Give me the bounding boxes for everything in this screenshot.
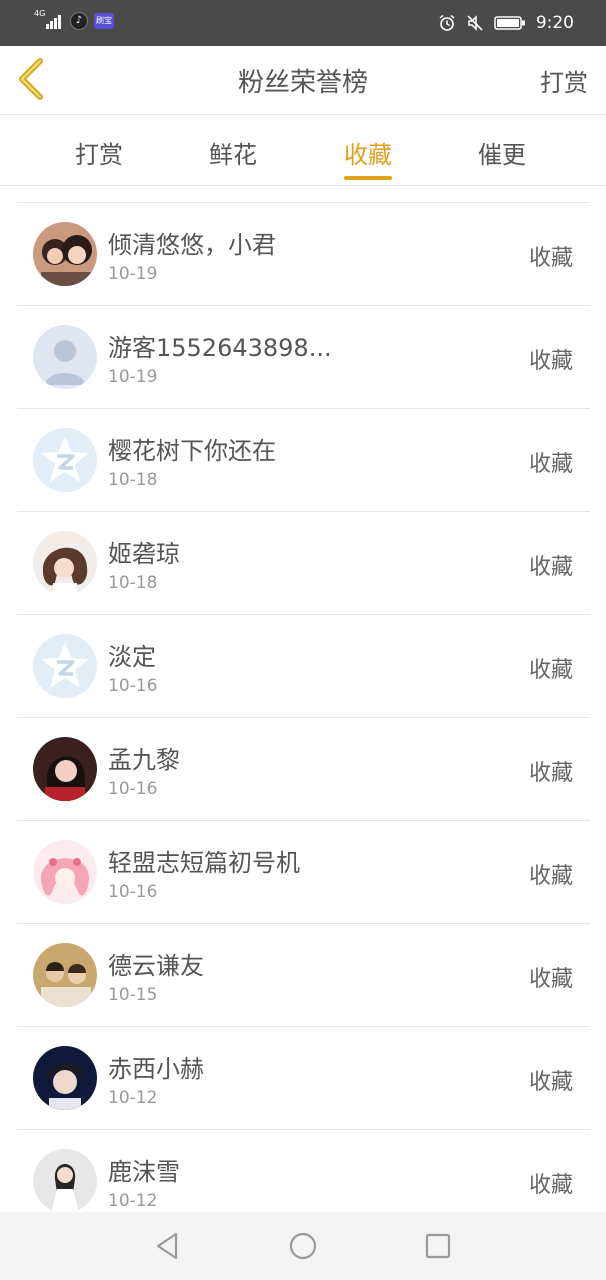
tab-urge-update[interactable]: 催更 (478, 135, 526, 170)
item-type: 收藏 (528, 658, 573, 683)
list-item[interactable]: 赤西小赫 10-12 收藏 (17, 1027, 590, 1130)
item-type: 收藏 (528, 967, 573, 992)
nav-back-button[interactable] (152, 1230, 184, 1262)
item-date: 10-19 (108, 264, 158, 284)
user-name: 游客1552643898... (108, 334, 332, 362)
tab-bar: 打赏 鲜花 收藏 催更 (0, 115, 606, 186)
item-date: 10-16 (108, 882, 158, 902)
list-item[interactable]: 淡定 10-16 收藏 (17, 615, 590, 718)
mute-icon (467, 15, 483, 31)
list-item[interactable]: 倾清悠悠，小君 10-19 收藏 (17, 203, 590, 306)
circle-home-icon (289, 1232, 317, 1260)
item-type: 收藏 (528, 1173, 573, 1198)
item-date: 10-16 (108, 676, 158, 696)
avatar (33, 943, 97, 1007)
user-name: 樱花树下你还在 (108, 437, 276, 465)
battery-icon (494, 16, 525, 30)
avatar (33, 531, 97, 595)
user-name: 孟九黎 (108, 746, 180, 774)
item-date: 10-16 (108, 779, 158, 799)
status-right: 9:20 (438, 12, 574, 34)
triangle-back-icon (156, 1232, 178, 1260)
list-item[interactable]: 孟九黎 10-16 收藏 (17, 718, 590, 821)
qq-zone-icon (33, 634, 97, 698)
item-type: 收藏 (528, 864, 573, 889)
item-type: 收藏 (528, 1070, 573, 1095)
item-type: 收藏 (528, 349, 573, 374)
alarm-icon (439, 14, 455, 31)
nav-home-button[interactable] (287, 1230, 319, 1262)
user-name: 德云谦友 (108, 952, 204, 980)
list-item[interactable]: 樱花树下你还在 10-18 收藏 (17, 409, 590, 512)
list-item[interactable]: 德云谦友 10-15 收藏 (17, 924, 590, 1027)
system-nav-bar (0, 1212, 606, 1280)
fan-list: 倾清悠悠，小君 10-19 收藏 游客1552643898... 10-19 收… (17, 202, 590, 1233)
nav-recents-button[interactable] (422, 1230, 454, 1262)
tiktok-icon: ♪ (70, 12, 88, 30)
user-name: 轻盟志短篇初号机 (108, 849, 300, 877)
user-name: 赤西小赫 (108, 1055, 204, 1083)
avatar (33, 1046, 97, 1110)
list-item[interactable]: 轻盟志短篇初号机 10-16 收藏 (17, 821, 590, 924)
avatar (33, 840, 97, 904)
status-left: 4G ♪ 刷宝 (34, 9, 114, 30)
active-tab-indicator (344, 176, 392, 180)
header: 粉丝荣誉榜 打赏 (0, 46, 606, 115)
user-name: 姬砻琼 (108, 540, 180, 568)
item-date: 10-18 (108, 470, 158, 490)
reward-button[interactable]: 打赏 (540, 63, 588, 98)
square-recents-icon (425, 1233, 451, 1259)
status-bar: 4G ♪ 刷宝 9:20 (0, 0, 606, 46)
tab-label: 鲜花 (209, 141, 257, 169)
tab-label: 打赏 (75, 141, 123, 169)
user-name: 鹿沫雪 (108, 1158, 180, 1186)
network-type: 4G (34, 9, 46, 18)
item-date: 10-18 (108, 573, 158, 593)
item-type: 收藏 (528, 761, 573, 786)
avatar (33, 222, 97, 286)
item-type: 收藏 (528, 555, 573, 580)
default-person-icon (33, 325, 97, 389)
clock: 9:20 (535, 13, 574, 33)
list-item[interactable]: 姬砻琼 10-18 收藏 (17, 512, 590, 615)
signal-icon: 4G (34, 9, 64, 30)
tab-label: 收藏 (344, 141, 392, 169)
qq-zone-icon (33, 428, 97, 492)
tab-label: 催更 (478, 141, 526, 169)
tab-reward[interactable]: 打赏 (75, 135, 123, 170)
item-date: 10-12 (108, 1191, 158, 1211)
item-type: 收藏 (528, 452, 573, 477)
avatar (33, 737, 97, 801)
user-name: 倾清悠悠，小君 (108, 231, 276, 259)
list-item[interactable]: 游客1552643898... 10-19 收藏 (17, 306, 590, 409)
tab-flowers[interactable]: 鲜花 (209, 135, 257, 170)
page-title: 粉丝荣誉榜 (237, 68, 368, 98)
app-badge-icon: 刷宝 (94, 13, 114, 29)
user-name: 淡定 (108, 643, 156, 671)
item-date: 10-19 (108, 367, 158, 387)
item-date: 10-12 (108, 1088, 158, 1108)
item-type: 收藏 (528, 246, 573, 271)
item-date: 10-15 (108, 985, 158, 1005)
avatar (33, 1149, 97, 1213)
tab-favorites[interactable]: 收藏 (344, 135, 392, 180)
